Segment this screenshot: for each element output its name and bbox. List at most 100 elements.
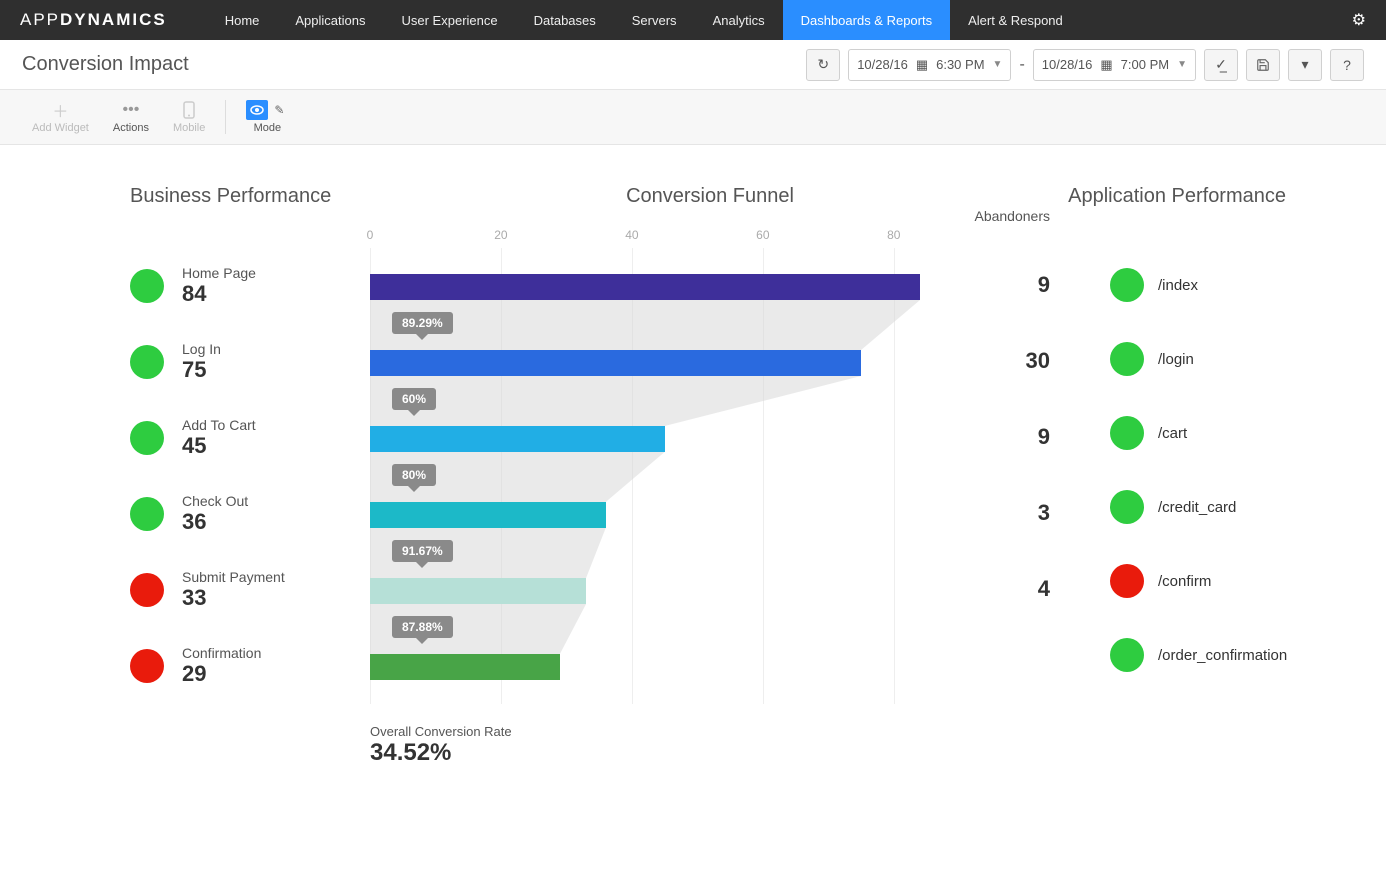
ap-row: /index bbox=[1110, 248, 1306, 322]
axis-tick: 40 bbox=[625, 228, 638, 242]
status-dot-icon bbox=[1110, 268, 1144, 302]
topnav-item-applications[interactable]: Applications bbox=[277, 0, 383, 40]
refresh-button[interactable]: ↻ bbox=[806, 49, 840, 81]
ap-endpoint-name: /confirm bbox=[1158, 573, 1211, 590]
topnav-item-alert-respond[interactable]: Alert & Respond bbox=[950, 0, 1081, 40]
topnav-items: HomeApplicationsUser ExperienceDatabases… bbox=[207, 0, 1352, 40]
abandoners-value: 9 bbox=[1038, 424, 1050, 450]
toolbar-label: Actions bbox=[113, 122, 149, 134]
ap-endpoint-name: /order_confirmation bbox=[1158, 647, 1287, 664]
funnel-bar[interactable] bbox=[370, 502, 606, 528]
dashboard-grid: Business Performance Conversion Funnel A… bbox=[130, 185, 1306, 767]
add-widget-button: ＋ Add Widget bbox=[20, 100, 101, 134]
funnel-body: 989.29%3060%980%391.67%487.88% bbox=[370, 248, 1050, 704]
plus-icon: ＋ bbox=[52, 100, 68, 120]
application-performance-column: /index /login /cart /credit_card /confir… bbox=[1050, 208, 1306, 767]
funnel-row: 80%3 bbox=[370, 476, 1050, 552]
status-dot-icon bbox=[1110, 416, 1144, 450]
topnav-item-home[interactable]: Home bbox=[207, 0, 278, 40]
from-date-picker[interactable]: 10/28/16 ▦ 6:30 PM ▼ bbox=[848, 49, 1011, 81]
funnel-row: 89.29%30 bbox=[370, 324, 1050, 400]
topnav-item-servers[interactable]: Servers bbox=[614, 0, 695, 40]
funnel-row: 91.67%4 bbox=[370, 552, 1050, 628]
bp-step-name: Home Page bbox=[182, 265, 256, 281]
topnav-item-user-experience[interactable]: User Experience bbox=[384, 0, 516, 40]
axis-tick: 20 bbox=[494, 228, 507, 242]
brand-bold: DYNAMICS bbox=[60, 10, 167, 29]
status-dot-icon bbox=[1110, 490, 1144, 524]
status-dot-icon bbox=[130, 345, 164, 379]
status-dot-icon bbox=[130, 269, 164, 303]
subheader-controls: ↻ 10/28/16 ▦ 6:30 PM ▼ - 10/28/16 ▦ 7:00… bbox=[806, 49, 1364, 81]
check-button[interactable]: ✓̲ bbox=[1204, 49, 1238, 81]
bp-row: Check Out 36 bbox=[130, 476, 370, 552]
mobile-icon bbox=[183, 100, 195, 120]
conversion-pct-tag: 87.88% bbox=[392, 616, 453, 638]
funnel-bar[interactable] bbox=[370, 426, 665, 452]
funnel-row: 60%9 bbox=[370, 400, 1050, 476]
actions-button[interactable]: ••• Actions bbox=[101, 100, 161, 134]
chevron-down-icon: ▼ bbox=[993, 59, 1003, 70]
funnel-row: 9 bbox=[370, 248, 1050, 324]
toolbar: ＋ Add Widget ••• Actions Mobile ✎ Mode bbox=[0, 90, 1386, 145]
help-button[interactable]: ? bbox=[1330, 49, 1364, 81]
conversion-funnel-title: Conversion Funnel bbox=[370, 185, 1050, 208]
funnel-bar[interactable] bbox=[370, 274, 920, 300]
business-performance-title: Business Performance bbox=[130, 185, 370, 208]
funnel-bar[interactable] bbox=[370, 350, 861, 376]
bp-text: Log In 75 bbox=[182, 341, 221, 383]
abandoners-value: 3 bbox=[1038, 500, 1050, 526]
bp-row: Add To Cart 45 bbox=[130, 400, 370, 476]
toolbar-label: Mobile bbox=[173, 122, 205, 134]
ap-endpoint-name: /index bbox=[1158, 277, 1198, 294]
axis-tick: 0 bbox=[367, 228, 374, 242]
page-title: Conversion Impact bbox=[22, 53, 806, 76]
status-dot-icon bbox=[1110, 342, 1144, 376]
abandoners-header: Abandoners bbox=[974, 208, 1050, 224]
mode-icon-group: ✎ bbox=[246, 100, 288, 120]
gear-icon[interactable]: ⚙ bbox=[1352, 10, 1366, 30]
more-button[interactable]: ▾ bbox=[1288, 49, 1322, 81]
bp-text: Home Page 84 bbox=[182, 265, 256, 307]
funnel-column: 020406080 Abandoners 989.29%3060%980%391… bbox=[370, 208, 1050, 767]
to-date-picker[interactable]: 10/28/16 ▦ 7:00 PM ▼ bbox=[1033, 49, 1196, 81]
toolbar-label: Mode bbox=[254, 122, 282, 134]
application-performance-title: Application Performance bbox=[1050, 185, 1306, 208]
topnav-item-dashboards-reports[interactable]: Dashboards & Reports bbox=[783, 0, 951, 40]
bp-step-count: 45 bbox=[182, 433, 256, 459]
from-date: 10/28/16 bbox=[857, 57, 908, 72]
bp-step-count: 29 bbox=[182, 661, 261, 687]
ellipsis-icon: ••• bbox=[123, 100, 140, 120]
ap-row: /confirm bbox=[1110, 544, 1306, 618]
funnel-axis: 0 20 40 60 80 bbox=[370, 228, 1050, 248]
funnel-row: 87.88% bbox=[370, 628, 1050, 704]
conversion-pct-tag: 60% bbox=[392, 388, 436, 410]
conversion-pct-tag: 80% bbox=[392, 464, 436, 486]
calendar-icon: ▦ bbox=[916, 57, 928, 73]
toolbar-label: Add Widget bbox=[32, 122, 89, 134]
main-panel: Business Performance Conversion Funnel A… bbox=[0, 145, 1386, 807]
sub-header: Conversion Impact ↻ 10/28/16 ▦ 6:30 PM ▼… bbox=[0, 40, 1386, 90]
axis-tick: 80 bbox=[887, 228, 900, 242]
funnel-bar[interactable] bbox=[370, 578, 586, 604]
overall-conversion: Overall Conversion Rate 34.52% bbox=[370, 724, 1050, 767]
bp-row: Log In 75 bbox=[130, 324, 370, 400]
daterange-separator: - bbox=[1019, 56, 1024, 74]
to-time: 7:00 PM bbox=[1121, 57, 1169, 72]
funnel-bar[interactable] bbox=[370, 654, 560, 680]
bp-row: Submit Payment 33 bbox=[130, 552, 370, 628]
bp-row: Home Page 84 bbox=[130, 248, 370, 324]
axis-tick: 60 bbox=[756, 228, 769, 242]
mode-button[interactable]: ✎ Mode bbox=[234, 100, 300, 134]
conversion-pct-tag: 89.29% bbox=[392, 312, 453, 334]
bp-row: Confirmation 29 bbox=[130, 628, 370, 704]
topnav-item-databases[interactable]: Databases bbox=[516, 0, 614, 40]
to-date: 10/28/16 bbox=[1042, 57, 1093, 72]
bp-text: Submit Payment 33 bbox=[182, 569, 285, 611]
overall-value: 34.52% bbox=[370, 739, 1050, 767]
topnav-item-analytics[interactable]: Analytics bbox=[695, 0, 783, 40]
business-performance-column: Home Page 84 Log In 75 Add To Cart 45 Ch… bbox=[130, 208, 370, 767]
save-button[interactable] bbox=[1246, 49, 1280, 81]
bp-text: Add To Cart 45 bbox=[182, 417, 256, 459]
ap-row: /cart bbox=[1110, 396, 1306, 470]
